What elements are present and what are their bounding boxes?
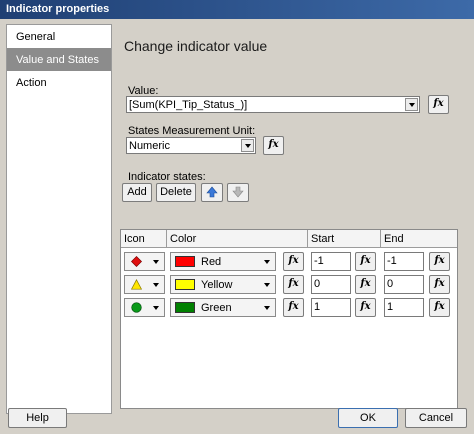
color-swatch [175, 256, 195, 267]
move-up-button[interactable] [201, 183, 223, 202]
color-expression-button[interactable]: fx [283, 252, 304, 271]
start-value-field[interactable]: -1 [311, 252, 351, 271]
help-button[interactable]: Help [8, 408, 67, 428]
table-row: Red fx -1 fx -1 fx [121, 250, 457, 273]
end-expression-button[interactable]: fx [429, 298, 450, 317]
table-row: Yellow fx 0 fx 0 fx [121, 273, 457, 296]
green-circle-icon [131, 302, 142, 313]
end-expression-button[interactable]: fx [429, 275, 450, 294]
start-expression-button[interactable]: fx [355, 298, 376, 317]
value-text: [Sum(KPI_Tip_Status_)] [129, 99, 248, 111]
color-swatch [175, 279, 195, 290]
table-row: Green fx 1 fx 1 fx [121, 296, 457, 319]
start-expression-button[interactable]: fx [355, 252, 376, 271]
unit-expression-button[interactable]: fx [263, 136, 284, 155]
icon-picker[interactable] [124, 298, 165, 317]
indicator-states-grid: Icon Color Start End Red fx -1 fx -1 fx … [120, 229, 458, 409]
nav-item-action[interactable]: Action [7, 71, 111, 94]
move-down-button[interactable] [227, 183, 249, 202]
chevron-down-icon[interactable] [405, 98, 418, 111]
value-combo[interactable]: [Sum(KPI_Tip_Status_)] [126, 96, 420, 113]
add-button[interactable]: Add [122, 183, 152, 202]
column-header-icon: Icon [121, 230, 167, 248]
ok-button[interactable]: OK [338, 408, 398, 428]
value-expression-button[interactable]: fx [428, 95, 449, 114]
chevron-down-icon[interactable] [153, 306, 159, 310]
content-panel: Change indicator value Value: [Sum(KPI_T… [112, 24, 468, 414]
end-value-field[interactable]: 1 [384, 298, 424, 317]
start-value-field[interactable]: 1 [311, 298, 351, 317]
unit-label: States Measurement Unit: [128, 125, 256, 137]
nav-item-general[interactable]: General [7, 25, 111, 48]
red-diamond-icon [131, 256, 142, 267]
color-picker[interactable]: Green [170, 298, 276, 317]
chevron-down-icon[interactable] [153, 283, 159, 287]
page-title: Change indicator value [124, 38, 268, 54]
color-name: Yellow [201, 279, 233, 291]
nav-panel: General Value and States Action [6, 24, 112, 414]
column-header-start: Start [308, 230, 381, 248]
chevron-down-icon[interactable] [264, 306, 270, 310]
chevron-down-icon[interactable] [241, 139, 254, 152]
color-expression-button[interactable]: fx [283, 275, 304, 294]
chevron-down-icon[interactable] [264, 283, 270, 287]
start-value-field[interactable]: 0 [311, 275, 351, 294]
color-name: Red [201, 256, 222, 268]
column-header-end: End [381, 230, 457, 248]
end-value-field[interactable]: -1 [384, 252, 424, 271]
arrow-up-icon [206, 186, 218, 198]
unit-text: Numeric [129, 140, 170, 152]
states-label: Indicator states: [128, 171, 206, 183]
end-value-field[interactable]: 0 [384, 275, 424, 294]
start-expression-button[interactable]: fx [355, 275, 376, 294]
color-name: Green [201, 302, 232, 314]
cancel-button[interactable]: Cancel [405, 408, 467, 428]
color-picker[interactable]: Red [170, 252, 276, 271]
icon-picker[interactable] [124, 252, 165, 271]
end-expression-button[interactable]: fx [429, 252, 450, 271]
color-expression-button[interactable]: fx [283, 298, 304, 317]
chevron-down-icon[interactable] [264, 260, 270, 264]
unit-combo[interactable]: Numeric [126, 137, 256, 154]
arrow-down-icon [232, 186, 244, 198]
color-picker[interactable]: Yellow [170, 275, 276, 294]
delete-button[interactable]: Delete [156, 183, 196, 202]
icon-picker[interactable] [124, 275, 165, 294]
dialog-body: General Value and States Action Change i… [0, 19, 474, 434]
nav-item-value-and-states[interactable]: Value and States [7, 48, 111, 71]
chevron-down-icon[interactable] [153, 260, 159, 264]
yellow-triangle-icon [131, 279, 142, 290]
window-title: Indicator properties [0, 0, 474, 19]
color-swatch [175, 302, 195, 313]
column-header-color: Color [167, 230, 308, 248]
